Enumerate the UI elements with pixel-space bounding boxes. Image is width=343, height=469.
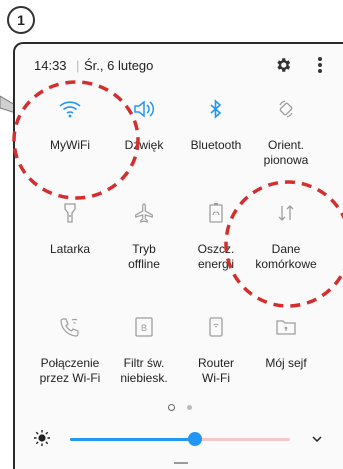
svg-text:B: B [141,323,147,333]
step-number: 1 [17,12,25,28]
tile-wifi-calling[interactable]: Połączenie przez Wi-Fi [30,314,110,386]
tile-blue-light-filter[interactable]: B Filtr św. niebiesk. [104,314,184,386]
tile-label: Latarka [49,242,91,256]
bluetooth-icon [203,96,229,122]
brightness-slider[interactable] [70,438,290,441]
tile-sound[interactable]: Dźwięk [104,96,184,153]
brightness-icon [34,430,50,446]
status-time: 14:33 [34,58,67,73]
tile-label: Filtr św. niebiesk. [120,356,168,385]
tile-airplane[interactable]: Tryb offline [104,200,184,272]
page-dot[interactable] [187,405,192,410]
tile-label: Połączenie przez Wi-Fi [39,356,101,385]
tile-label: Orient. pionowa [263,138,309,167]
secure-folder-icon [273,314,299,340]
tile-mobile-data[interactable]: Dane komórkowe [246,200,326,272]
drag-handle[interactable] [174,462,188,464]
chevron-down-icon[interactable] [310,432,324,446]
blue-light-filter-icon: B [131,314,157,340]
wifi-icon [57,96,83,122]
tile-label: Mój sejf [265,356,307,370]
battery-saver-icon [203,200,229,226]
wifi-calling-icon [57,314,83,340]
tile-label: Oszcz. energii [197,242,235,271]
tile-label: Tryb offline [128,242,160,271]
tile-label: Router Wi-Fi [197,356,235,385]
brightness-fill [70,438,196,441]
flashlight-icon [57,200,83,226]
sound-icon [131,96,157,122]
status-separator: | [76,58,80,73]
gear-icon[interactable] [272,54,294,76]
tile-wifi[interactable]: MyWiFi [30,96,110,153]
tile-label: MyWiFi [50,138,90,152]
tile-flashlight[interactable]: Latarka [30,200,110,257]
mobile-data-icon [273,200,299,226]
tile-secure-folder[interactable]: Mój sejf [246,314,326,371]
airplane-icon [131,200,157,226]
more-vert-icon[interactable] [309,54,331,76]
tile-label: Dźwięk [124,138,164,152]
hotspot-icon [203,314,229,340]
status-date: Śr., 6 lutego [84,58,154,73]
tile-bluetooth[interactable]: Bluetooth [176,96,256,153]
step-badge: 1 [7,6,35,34]
tile-hotspot[interactable]: Router Wi-Fi [176,314,256,386]
page-indicator [168,404,192,411]
rotation-icon [273,96,299,122]
page-dot-active[interactable] [168,404,175,411]
tile-rotation[interactable]: Orient. pionowa [246,96,326,168]
tile-battery-saver[interactable]: Oszcz. energii [176,200,256,272]
tile-label: Bluetooth [190,138,242,152]
tile-label: Dane komórkowe [255,242,317,271]
